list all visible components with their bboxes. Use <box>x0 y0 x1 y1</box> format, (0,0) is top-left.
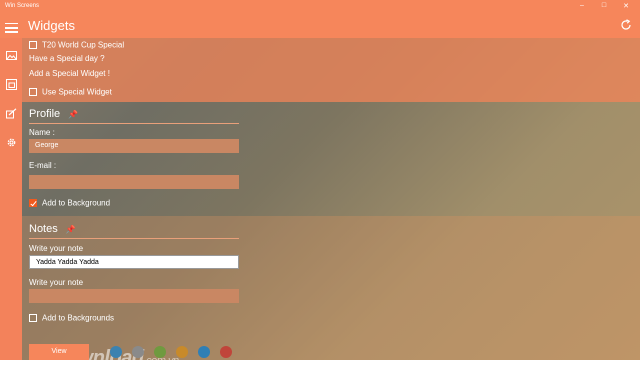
window-titlebar: Win Screens – □ ✕ <box>0 0 640 14</box>
note2-field[interactable] <box>29 289 239 303</box>
special-day-prompt: Have a Special day ? <box>29 54 105 63</box>
note2-label: Write your note <box>29 278 84 287</box>
profile-add-background-checkbox[interactable] <box>29 198 37 207</box>
restore-icon[interactable]: □ <box>594 2 614 9</box>
use-special-widget-checkbox[interactable] <box>29 87 37 96</box>
color-swatch[interactable] <box>132 346 144 358</box>
refresh-icon[interactable] <box>620 19 632 31</box>
notes-title: Notes <box>29 223 58 235</box>
profile-heading: Profile 📌 <box>29 108 78 120</box>
profile-divider <box>29 123 239 124</box>
color-swatch[interactable] <box>176 346 188 358</box>
image-icon[interactable] <box>6 50 17 61</box>
color-swatch[interactable] <box>110 346 122 358</box>
use-special-widget-row[interactable]: Use Special Widget <box>29 87 112 96</box>
email-field[interactable] <box>29 175 239 189</box>
color-swatch[interactable] <box>198 346 210 358</box>
minimize-icon[interactable]: – <box>572 2 592 9</box>
view-button[interactable]: View <box>29 344 89 360</box>
name-label: Name : <box>29 128 55 137</box>
t20-checkbox-row[interactable]: T20 World Cup Special <box>29 40 124 49</box>
notes-add-background-label: Add to Backgrounds <box>42 313 115 323</box>
widget-icon[interactable] <box>6 79 17 90</box>
email-label: E-mail : <box>29 161 57 170</box>
app-header: Widgets <box>0 14 640 38</box>
note1-field[interactable]: Yadda Yadda Yadda <box>29 255 239 269</box>
profile-title: Profile <box>29 108 61 120</box>
window-title: Win Screens <box>5 3 40 9</box>
t20-label: T20 World Cup Special <box>42 40 125 50</box>
add-special-widget-prompt: Add a Special Widget ! <box>29 69 110 78</box>
page-title: Widgets <box>28 18 75 33</box>
color-swatch[interactable] <box>154 346 166 358</box>
notes-add-background-row[interactable]: Add to Backgrounds <box>29 313 114 322</box>
main-content: T20 World Cup Special Have a Special day… <box>22 38 640 369</box>
hamburger-icon[interactable] <box>5 23 18 33</box>
pin-icon[interactable]: 📌 <box>66 225 76 234</box>
gear-icon[interactable] <box>6 137 17 148</box>
profile-add-background-label: Add to Background <box>42 198 111 208</box>
close-icon[interactable]: ✕ <box>616 2 636 10</box>
pin-icon[interactable]: 📌 <box>68 110 78 119</box>
notes-heading: Notes 📌 <box>29 223 76 235</box>
notes-divider <box>29 238 239 239</box>
use-special-widget-label: Use Special Widget <box>42 87 112 97</box>
t20-checkbox[interactable] <box>29 40 37 49</box>
color-swatch[interactable] <box>220 346 232 358</box>
notes-add-background-checkbox[interactable] <box>29 313 37 322</box>
name-field[interactable]: George <box>29 139 239 153</box>
note1-label: Write your note <box>29 244 84 253</box>
profile-add-background-row[interactable]: Add to Background <box>29 198 110 207</box>
brush-icon[interactable] <box>6 108 17 119</box>
